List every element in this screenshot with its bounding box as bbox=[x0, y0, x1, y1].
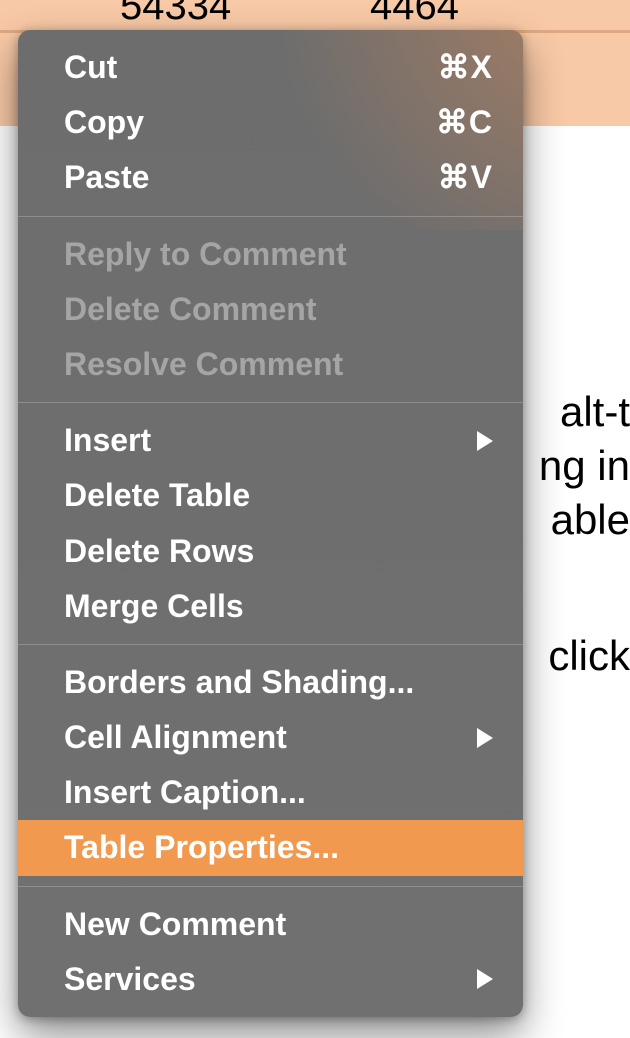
menu-item-label: Delete Rows bbox=[64, 530, 493, 573]
menu-item-label: Delete Table bbox=[64, 474, 493, 517]
background-text: able bbox=[551, 496, 630, 544]
menu-item-label: Delete Comment bbox=[64, 288, 493, 331]
menu-group: Reply to Comment Delete Comment Resolve … bbox=[18, 217, 523, 403]
menu-item-insert[interactable]: Insert bbox=[18, 413, 523, 468]
menu-item-label: Cell Alignment bbox=[64, 716, 467, 759]
menu-item-label: Paste bbox=[64, 156, 438, 199]
menu-item-new-comment[interactable]: New Comment bbox=[18, 897, 523, 952]
table-cell-value: 54334 bbox=[120, 0, 231, 29]
menu-item-label: Merge Cells bbox=[64, 585, 493, 628]
menu-group: Insert Delete Table Delete Rows Merge Ce… bbox=[18, 403, 523, 644]
menu-item-cell-alignment[interactable]: Cell Alignment bbox=[18, 710, 523, 765]
menu-item-cut[interactable]: Cut ⌘X bbox=[18, 40, 523, 95]
menu-item-label: Copy bbox=[64, 101, 436, 144]
menu-item-shortcut: ⌘X bbox=[438, 46, 493, 89]
background-text: alt-t bbox=[560, 388, 630, 436]
menu-item-label: Borders and Shading... bbox=[64, 661, 493, 704]
submenu-arrow-icon bbox=[477, 431, 493, 451]
menu-item-services[interactable]: Services bbox=[18, 952, 523, 1007]
menu-item-label: Insert Caption... bbox=[64, 771, 493, 814]
menu-item-copy[interactable]: Copy ⌘C bbox=[18, 95, 523, 150]
menu-item-label: Table Properties... bbox=[64, 826, 493, 869]
menu-group: Cut ⌘X Copy ⌘C Paste ⌘V bbox=[18, 30, 523, 216]
menu-item-delete-table[interactable]: Delete Table bbox=[18, 468, 523, 523]
menu-item-label: Resolve Comment bbox=[64, 343, 493, 386]
menu-item-reply-to-comment: Reply to Comment bbox=[18, 227, 523, 282]
submenu-arrow-icon bbox=[477, 969, 493, 989]
context-menu: Cut ⌘X Copy ⌘C Paste ⌘V Reply to Comment bbox=[18, 30, 523, 1017]
background-text: ng in bbox=[539, 442, 630, 490]
menu-item-label: Reply to Comment bbox=[64, 233, 493, 276]
menu-item-merge-cells[interactable]: Merge Cells bbox=[18, 579, 523, 634]
menu-item-label: Services bbox=[64, 958, 467, 1001]
menu-group: Borders and Shading... Cell Alignment In… bbox=[18, 645, 523, 886]
menu-item-delete-comment: Delete Comment bbox=[18, 282, 523, 337]
menu-item-label: Cut bbox=[64, 46, 438, 89]
menu-item-paste[interactable]: Paste ⌘V bbox=[18, 150, 523, 205]
menu-group: New Comment Services bbox=[18, 887, 523, 1017]
menu-item-table-properties[interactable]: Table Properties... bbox=[18, 820, 523, 875]
menu-item-borders-and-shading[interactable]: Borders and Shading... bbox=[18, 655, 523, 710]
table-cell-value: 4464 bbox=[370, 0, 459, 29]
menu-item-resolve-comment: Resolve Comment bbox=[18, 337, 523, 392]
menu-item-label: Insert bbox=[64, 419, 467, 462]
background-text: click bbox=[548, 632, 630, 680]
stage: 54334 4464 alt-t ng in able click Cut ⌘X… bbox=[0, 0, 630, 1038]
menu-item-shortcut: ⌘V bbox=[438, 156, 493, 199]
menu-item-label: New Comment bbox=[64, 903, 493, 946]
submenu-arrow-icon bbox=[477, 728, 493, 748]
menu-item-delete-rows[interactable]: Delete Rows bbox=[18, 524, 523, 579]
menu-item-shortcut: ⌘C bbox=[436, 101, 493, 144]
menu-item-insert-caption[interactable]: Insert Caption... bbox=[18, 765, 523, 820]
